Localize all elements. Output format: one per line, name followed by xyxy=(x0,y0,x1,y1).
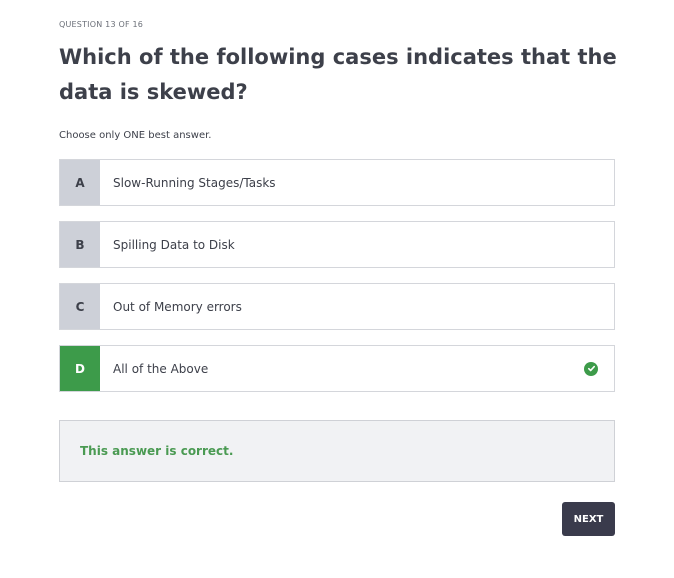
option-text: Spilling Data to Disk xyxy=(113,237,235,252)
answer-option-a[interactable]: A Slow-Running Stages/Tasks xyxy=(59,159,615,206)
answer-options: A Slow-Running Stages/Tasks B Spilling D… xyxy=(59,159,615,407)
answer-option-c[interactable]: C Out of Memory errors xyxy=(59,283,615,330)
option-text: Out of Memory errors xyxy=(113,299,242,314)
answer-instruction: Choose only ONE best answer. xyxy=(59,130,212,141)
feedback-text: This answer is correct. xyxy=(80,444,234,458)
option-text: Slow-Running Stages/Tasks xyxy=(113,175,276,190)
question-counter: QUESTION 13 OF 16 xyxy=(59,20,144,29)
question-text: Which of the following cases indicates t… xyxy=(59,45,617,104)
checkmark-icon xyxy=(587,365,595,372)
answer-option-b[interactable]: B Spilling Data to Disk xyxy=(59,221,615,268)
option-letter: B xyxy=(60,222,100,267)
answer-option-d[interactable]: D All of the Above xyxy=(59,345,615,392)
option-letter: D xyxy=(60,346,100,391)
feedback-box: This answer is correct. xyxy=(59,420,615,482)
option-letter: C xyxy=(60,284,100,329)
next-button[interactable]: NEXT xyxy=(562,502,615,536)
option-text: All of the Above xyxy=(113,361,209,376)
check-circle-icon xyxy=(584,361,598,376)
option-letter: A xyxy=(60,160,100,205)
